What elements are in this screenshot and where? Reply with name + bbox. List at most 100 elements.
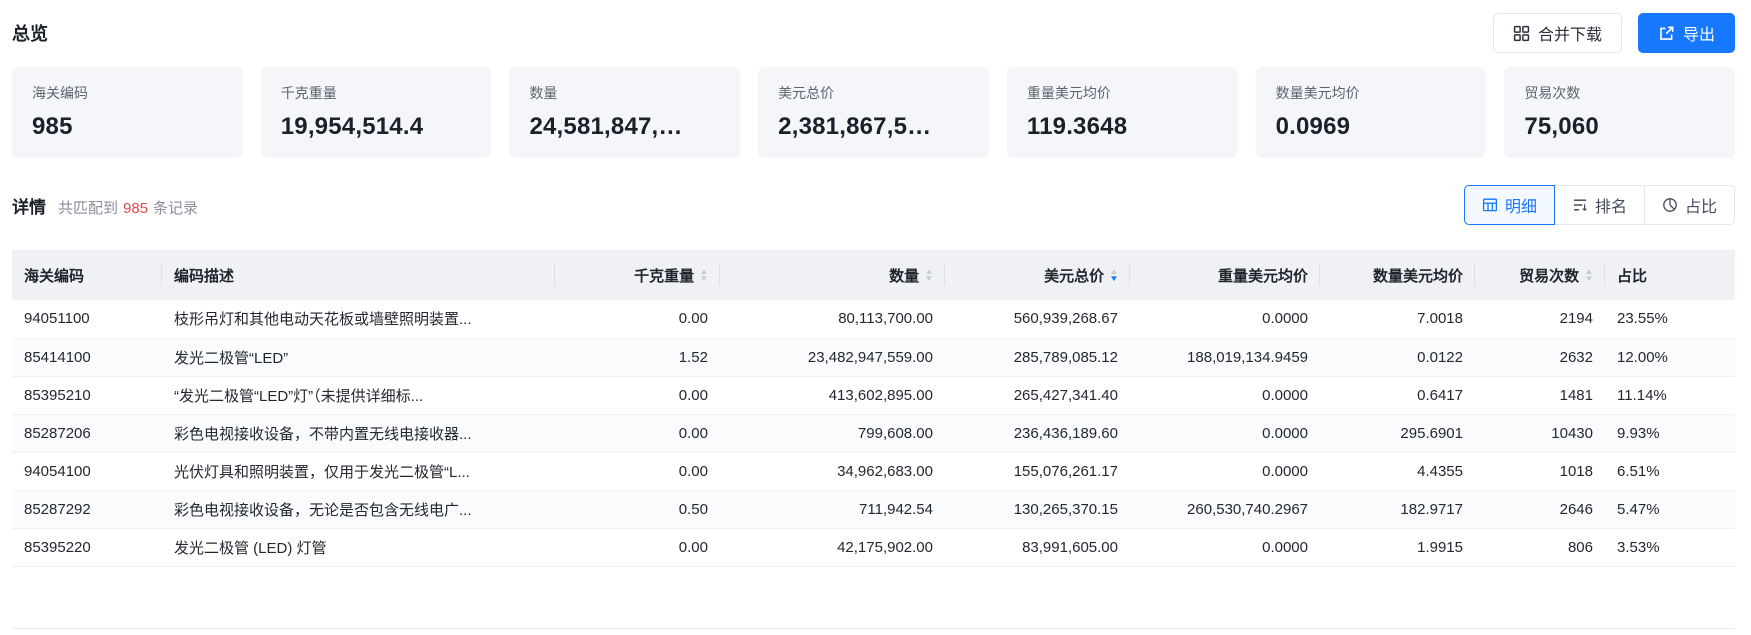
- merge-download-button[interactable]: 合并下载: [1493, 13, 1622, 53]
- cell-usd-total: 83,991,605.00: [945, 528, 1130, 566]
- tab-ranking[interactable]: 排名: [1554, 185, 1645, 225]
- card-label: 数量: [529, 83, 720, 103]
- match-suffix: 条记录: [153, 200, 198, 217]
- sort-caret-down: ▼: [924, 275, 934, 282]
- cell-description: “发光二极管“LED”灯”（未提供详细标...: [162, 376, 555, 414]
- cell-trade-count: 10430: [1475, 414, 1605, 452]
- cell-quantity: 23,482,947,559.00: [720, 338, 945, 376]
- column-header-kg-weight[interactable]: 千克重量▲▼: [555, 250, 720, 300]
- export-label: 导出: [1683, 21, 1715, 45]
- table-row[interactable]: 85414100发光二极管“LED”1.5223,482,947,559.002…: [12, 338, 1735, 376]
- column-label: 重量美元均价: [1218, 265, 1308, 286]
- cell-customs-code: 85287292: [12, 490, 162, 528]
- table-row[interactable]: 85287292彩色电视接收设备，无论是否包含无线电广...0.50711,94…: [12, 490, 1735, 528]
- summary-card-usd-per-unit: 数量美元均价 0.0969: [1256, 67, 1487, 158]
- tab-proportion[interactable]: 占比: [1644, 185, 1735, 225]
- match-prefix: 共匹配到: [58, 200, 118, 217]
- column-header-usd-total[interactable]: 美元总价 ▲▼: [945, 250, 1130, 300]
- cell-usd-total: 130,265,370.15: [945, 490, 1130, 528]
- cell-usd-per-kg: 0.0000: [1130, 376, 1320, 414]
- cell-quantity: 413,602,895.00: [720, 376, 945, 414]
- export-button[interactable]: 导出: [1638, 13, 1735, 53]
- cell-share: 23.55%: [1605, 300, 1735, 338]
- cell-trade-count: 806: [1475, 528, 1605, 566]
- sort-icon[interactable]: ▲▼: [925, 268, 933, 282]
- table-bottom-divider: [12, 628, 1735, 629]
- column-header-description: 编码描述: [162, 250, 555, 300]
- table-row[interactable]: 85287206彩色电视接收设备，不带内置无线电接收器...0.00799,60…: [12, 414, 1735, 452]
- cell-share: 5.47%: [1605, 490, 1735, 528]
- cell-kg-weight: 0.00: [555, 300, 720, 338]
- cell-usd-per-unit: 182.9717: [1320, 490, 1475, 528]
- table-body: 94051100枝形吊灯和其他电动天花板或墙壁照明装置...0.0080,113…: [12, 300, 1735, 566]
- table-row[interactable]: 85395210“发光二极管“LED”灯”（未提供详细标...0.00413,6…: [12, 376, 1735, 414]
- tab-detail[interactable]: 明细: [1464, 185, 1555, 225]
- cell-trade-count: 1018: [1475, 452, 1605, 490]
- card-value: 2,381,867,5…: [778, 113, 969, 141]
- summary-card-usd-per-kg: 重量美元均价 119.3648: [1007, 67, 1238, 158]
- card-label: 美元总价: [778, 83, 969, 103]
- table-row[interactable]: 94051100枝形吊灯和其他电动天花板或墙壁照明装置...0.0080,113…: [12, 300, 1735, 338]
- summary-card-kg-weight: 千克重量 19,954,514.4: [261, 67, 492, 158]
- cell-usd-total: 285,789,085.12: [945, 338, 1130, 376]
- sort-caret-down: ▼: [1109, 275, 1119, 282]
- sort-icon[interactable]: ▲▼: [1110, 268, 1118, 282]
- cell-quantity: 799,608.00: [720, 414, 945, 452]
- column-label: 数量美元均价: [1373, 265, 1463, 286]
- cell-trade-count: 2646: [1475, 490, 1605, 528]
- cell-customs-code: 85414100: [12, 338, 162, 376]
- cell-kg-weight: 0.00: [555, 414, 720, 452]
- card-value: 0.0969: [1276, 113, 1467, 141]
- cell-share: 6.51%: [1605, 452, 1735, 490]
- view-tabs: 明细 排名: [1464, 185, 1735, 225]
- cell-description: 彩色电视接收设备，不带内置无线电接收器...: [162, 414, 555, 452]
- cell-customs-code: 94054100: [12, 452, 162, 490]
- table-grid-icon: [1482, 197, 1498, 213]
- merge-download-label: 合并下载: [1538, 21, 1602, 45]
- card-value: 75,060: [1524, 113, 1715, 141]
- cell-kg-weight: 0.00: [555, 376, 720, 414]
- pie-chart-icon: [1662, 197, 1678, 213]
- column-header-customs-code: 海关编码: [12, 250, 162, 300]
- ranking-icon: [1572, 197, 1588, 213]
- column-header-share: 占比: [1605, 250, 1735, 300]
- cell-share: 12.00%: [1605, 338, 1735, 376]
- details-bar: 详情 共匹配到985条记录 明细: [12, 184, 1735, 226]
- cell-customs-code: 85395210: [12, 376, 162, 414]
- cell-kg-weight: 0.00: [555, 528, 720, 566]
- cell-usd-total: 155,076,261.17: [945, 452, 1130, 490]
- cell-usd-per-unit: 0.0122: [1320, 338, 1475, 376]
- details-heading: 详情 共匹配到985条记录: [12, 193, 198, 218]
- cell-usd-per-kg: 260,530,740.2967: [1130, 490, 1320, 528]
- cell-usd-per-kg: 0.0000: [1130, 452, 1320, 490]
- cell-usd-total: 236,436,189.60: [945, 414, 1130, 452]
- table-row[interactable]: 85395220发光二极管 (LED) 灯管0.0042,175,902.008…: [12, 528, 1735, 566]
- column-label: 美元总价: [1044, 265, 1104, 286]
- summary-card-usd-total: 美元总价 2,381,867,5…: [758, 67, 989, 158]
- cell-usd-per-kg: 0.0000: [1130, 300, 1320, 338]
- cell-description: 发光二极管 (LED) 灯管: [162, 528, 555, 566]
- card-value: 119.3648: [1027, 113, 1218, 141]
- cell-share: 3.53%: [1605, 528, 1735, 566]
- cell-usd-per-unit: 295.6901: [1320, 414, 1475, 452]
- cell-quantity: 80,113,700.00: [720, 300, 945, 338]
- cell-quantity: 711,942.54: [720, 490, 945, 528]
- column-header-quantity[interactable]: 数量▲▼: [720, 250, 945, 300]
- cell-usd-per-unit: 4.4355: [1320, 452, 1475, 490]
- cell-quantity: 34,962,683.00: [720, 452, 945, 490]
- summary-card-quantity: 数量 24,581,847,…: [509, 67, 740, 158]
- page: 总览 合并下载: [0, 0, 1751, 629]
- cell-share: 9.93%: [1605, 414, 1735, 452]
- column-header-trade-count[interactable]: 贸易次数▲▼: [1475, 250, 1605, 300]
- cell-trade-count: 1481: [1475, 376, 1605, 414]
- card-label: 海关编码: [32, 83, 223, 103]
- table-head: 海关编码编码描述千克重量▲▼数量▲▼ 美元总价 ▲▼ 重量美元均价 数量美元均价贸易次数…: [12, 250, 1735, 300]
- table-row[interactable]: 94054100光伏灯具和照明装置，仅用于发光二极管“L...0.0034,96…: [12, 452, 1735, 490]
- sort-icon[interactable]: ▲▼: [1585, 268, 1593, 282]
- cell-usd-per-unit: 1.9915: [1320, 528, 1475, 566]
- cell-usd-per-kg: 0.0000: [1130, 528, 1320, 566]
- card-label: 千克重量: [281, 83, 472, 103]
- cell-kg-weight: 1.52: [555, 338, 720, 376]
- sort-icon[interactable]: ▲▼: [700, 268, 708, 282]
- tab-label: 排名: [1595, 193, 1627, 217]
